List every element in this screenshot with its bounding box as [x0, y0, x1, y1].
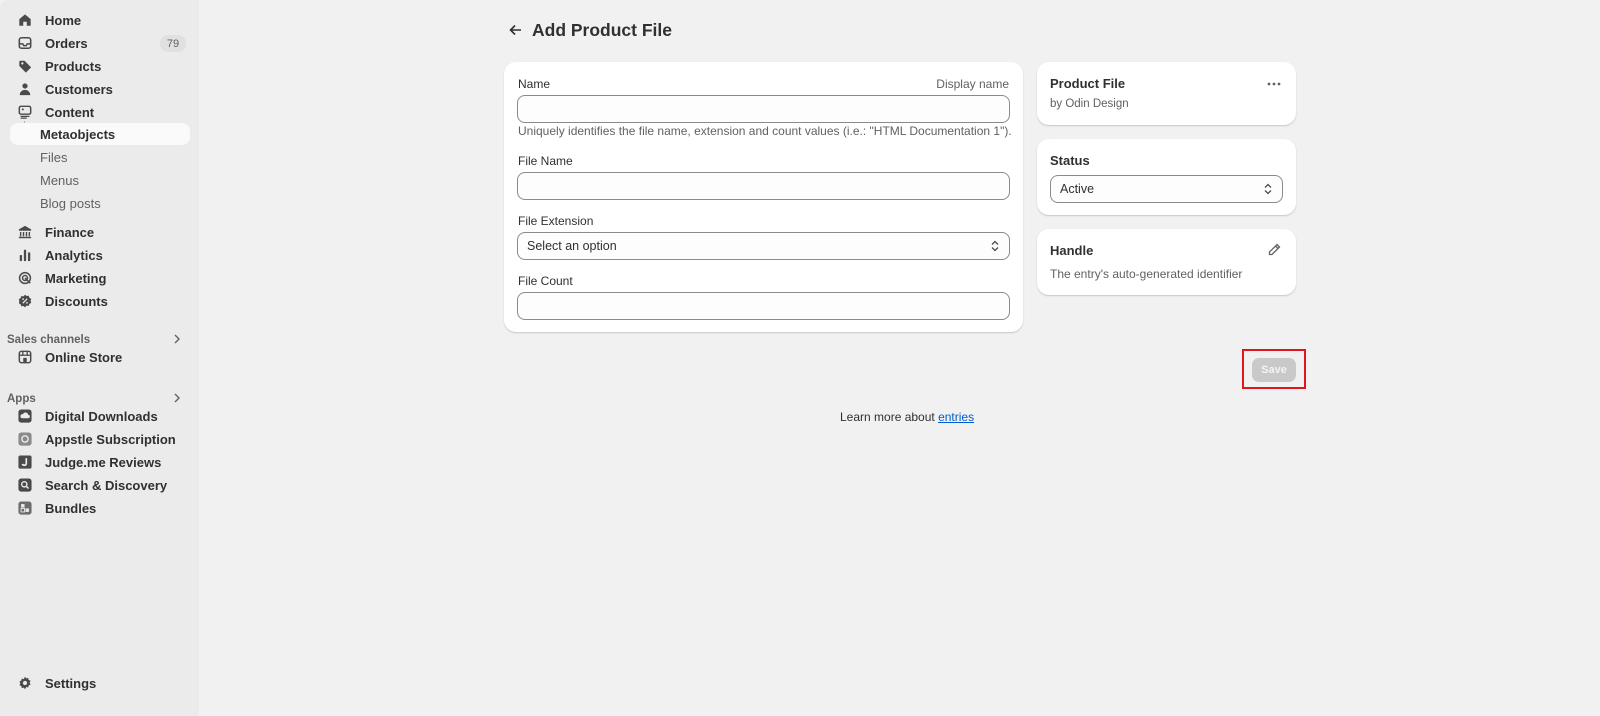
sidebar-item-files[interactable]: Files	[10, 146, 190, 168]
name-help-text: Uniquely identifies the file name, exten…	[518, 124, 1012, 138]
entry-form-card: Name Display name Uniquely identifies th…	[504, 62, 1023, 332]
inbox-icon	[18, 36, 32, 50]
handle-title: Handle	[1050, 243, 1094, 258]
display-name-label: Display name	[936, 77, 1009, 91]
appstle-icon	[18, 432, 32, 446]
page-header: Add Product File	[506, 19, 672, 41]
definition-author: by Odin Design	[1050, 98, 1129, 110]
sidebar: Home Orders 79 Products Customers Conten…	[0, 0, 199, 716]
sidebar-item-digital-downloads[interactable]: Digital Downloads	[10, 405, 190, 427]
home-icon	[18, 13, 32, 27]
sidebar-item-label: Marketing	[45, 270, 107, 286]
metaobject-definition-card: Product File by Odin Design	[1037, 62, 1296, 125]
status-select[interactable]: Active	[1050, 175, 1283, 203]
sidebar-item-label: Search & Discovery	[45, 477, 168, 493]
target-icon	[18, 271, 32, 285]
sidebar-item-label: Discounts	[45, 293, 108, 309]
name-label: Name	[518, 77, 551, 91]
apps-label: Apps	[7, 393, 36, 405]
judgeme-icon	[18, 455, 32, 469]
learn-more-prefix: Learn more about	[840, 410, 939, 424]
content-icon	[18, 105, 32, 119]
sidebar-item-settings[interactable]: Settings	[10, 672, 190, 694]
more-actions-icon[interactable]	[1265, 77, 1283, 91]
sidebar-item-label: Appstle Subscription	[45, 431, 176, 447]
sidebar-item-label: Files	[40, 149, 68, 165]
status-title: Status	[1050, 153, 1090, 168]
store-icon	[18, 350, 32, 364]
sidebar-item-search-discovery[interactable]: Search & Discovery	[10, 474, 190, 496]
sidebar-item-label: Judge.me Reviews	[45, 454, 162, 470]
select-updown-icon	[990, 239, 1000, 253]
sidebar-item-label: Blog posts	[40, 195, 101, 211]
sales-channels-label: Sales channels	[7, 334, 91, 346]
file-extension-select[interactable]: Select an option	[517, 232, 1010, 260]
sidebar-item-label: Content	[45, 104, 95, 120]
status-card: Status Active	[1037, 139, 1296, 215]
back-arrow-icon[interactable]	[506, 21, 524, 39]
file-name-input[interactable]	[517, 172, 1010, 200]
sidebar-item-label: Customers	[45, 81, 113, 97]
sidebar-item-label: Home	[45, 12, 82, 28]
edit-pencil-icon[interactable]	[1268, 243, 1282, 257]
learn-more-text: Learn more about entries	[840, 410, 974, 424]
chevron-right-icon	[173, 393, 181, 406]
file-extension-label: File Extension	[518, 214, 594, 228]
file-extension-value: Select an option	[527, 239, 617, 253]
orders-count-badge: 79	[160, 35, 186, 52]
sidebar-item-blog-posts[interactable]: Blog posts	[10, 192, 190, 214]
definition-title: Product File	[1050, 76, 1126, 91]
save-button[interactable]: Save	[1252, 358, 1296, 382]
file-count-input[interactable]	[517, 292, 1010, 320]
entries-link[interactable]: entries	[938, 410, 974, 424]
bank-icon	[18, 225, 32, 239]
cloud-download-icon	[18, 409, 32, 423]
sidebar-item-orders[interactable]: Orders 79	[10, 32, 190, 54]
sidebar-item-products[interactable]: Products	[10, 55, 190, 77]
sidebar-item-label: Metaobjects	[40, 126, 116, 142]
sidebar-item-menus[interactable]: Menus	[10, 169, 190, 191]
sidebar-item-online-store[interactable]: Online Store	[10, 346, 190, 368]
search-discovery-icon	[18, 478, 32, 492]
file-name-label: File Name	[518, 154, 573, 168]
sidebar-item-customers[interactable]: Customers	[10, 78, 190, 100]
sidebar-item-appstle-subscription[interactable]: Appstle Subscription	[10, 428, 190, 450]
file-count-label: File Count	[518, 274, 573, 288]
tag-icon	[18, 59, 32, 73]
sidebar-item-label: Finance	[45, 224, 95, 240]
discount-icon	[18, 294, 32, 308]
sidebar-item-discounts[interactable]: Discounts	[10, 290, 190, 312]
sidebar-item-home[interactable]: Home	[10, 9, 190, 31]
bar-chart-icon	[18, 248, 32, 262]
sidebar-item-marketing[interactable]: Marketing	[10, 267, 190, 289]
person-icon	[18, 82, 32, 96]
sidebar-item-label: Digital Downloads	[45, 408, 158, 424]
bundles-icon	[18, 501, 32, 515]
sidebar-item-analytics[interactable]: Analytics	[10, 244, 190, 266]
sidebar-item-label: Menus	[40, 172, 80, 188]
app-root: Home Orders 79 Products Customers Conten…	[0, 0, 1600, 716]
handle-card: Handle The entry's auto-generated identi…	[1037, 229, 1296, 295]
sidebar-item-label: Products	[45, 58, 102, 74]
sidebar-item-label: Orders	[45, 35, 88, 51]
sidebar-item-bundles[interactable]: Bundles	[10, 497, 190, 519]
sidebar-item-label: Bundles	[45, 500, 97, 516]
chevron-right-icon	[173, 334, 181, 347]
sidebar-item-content[interactable]: Content	[10, 101, 190, 123]
sidebar-item-finance[interactable]: Finance	[10, 221, 190, 243]
sidebar-item-label: Analytics	[45, 247, 103, 263]
name-input[interactable]	[517, 95, 1010, 123]
sidebar-item-label: Settings	[45, 675, 97, 691]
sidebar-item-judgeme-reviews[interactable]: Judge.me Reviews	[10, 451, 190, 473]
status-value: Active	[1060, 182, 1095, 196]
gear-icon	[18, 676, 32, 690]
sidebar-item-metaobjects[interactable]: Metaobjects	[10, 123, 190, 145]
sidebar-item-label: Online Store	[45, 349, 123, 365]
page-title: Add Product File	[532, 19, 672, 40]
handle-description: The entry's auto-generated identifier	[1050, 267, 1243, 281]
select-updown-icon	[1263, 182, 1273, 196]
